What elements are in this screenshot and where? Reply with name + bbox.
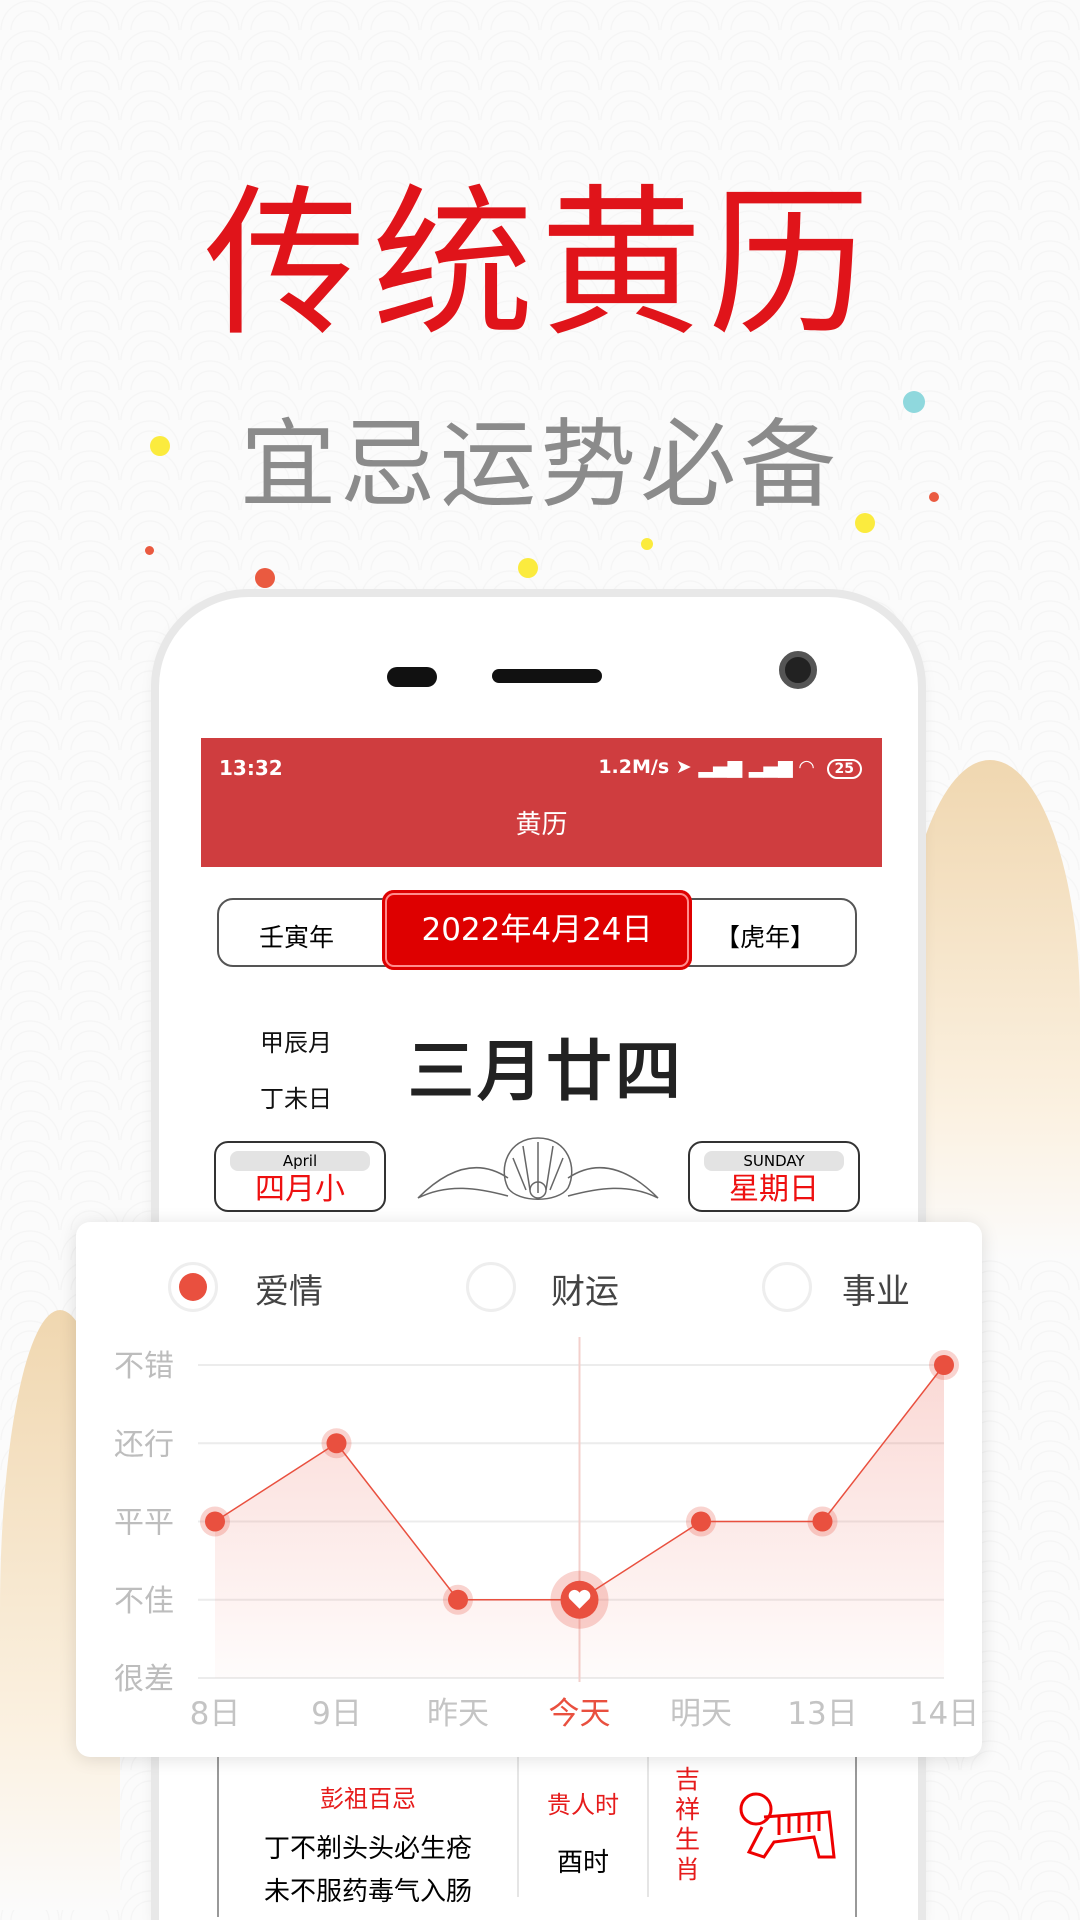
x-tick-label: 14日 — [909, 1696, 979, 1732]
x-tick-label: 昨天 — [427, 1696, 489, 1732]
y-tick-label: 不佳 — [114, 1584, 174, 1619]
data-point — [448, 1589, 468, 1610]
fortune-card: 爱情 财运 事业 很差 不佳 平平 还行 不错 8日 9日 昨天 今天 明天 13日 14日 — [76, 1222, 982, 1757]
month-box: April 四月小 — [214, 1141, 386, 1212]
phone-camera — [779, 651, 817, 689]
day-ganzhi: 丁未日 — [260, 1085, 332, 1113]
x-tick-label: 明天 — [670, 1696, 732, 1732]
network-speed: 1.2M/s — [598, 756, 670, 778]
wifi-icon: ◠ — [799, 756, 814, 778]
x-tick-label: 9日 — [311, 1696, 362, 1732]
y-tick-label: 很差 — [114, 1662, 174, 1697]
pengzu-line: 丁不剃头头必生疮 — [263, 1834, 472, 1864]
lunar-date: 三月廿四 — [408, 1033, 684, 1110]
date-picker-button[interactable]: 2022年4月24日 — [382, 890, 692, 970]
data-point — [326, 1433, 347, 1454]
data-point — [934, 1355, 954, 1375]
almanac-table: 彭祖百忌 丁不剃头头必生疮 未不服药毒气入肠 贵人时 酉时 吉祥生肖 — [217, 1757, 857, 1917]
weekday-cn: 星期日 — [729, 1172, 819, 1207]
y-tick-label: 不错 — [114, 1349, 174, 1384]
data-point — [812, 1511, 833, 1532]
promo-title: 传统黄历 — [204, 171, 876, 359]
status-time: 13:32 — [219, 756, 283, 780]
year-ganzhi: 壬寅年 — [259, 923, 335, 952]
x-tick-label: 今天 — [549, 1696, 611, 1732]
pengzu-line: 未不服药毒气入肠 — [263, 1877, 472, 1907]
pengzu-cell: 彭祖百忌 丁不剃头头必生疮 未不服药毒气入肠 — [219, 1757, 519, 1907]
app-header: 13:32 1.2M/s ➤ ▂▄▆ ▂▄▆ ◠ 25 黄历 — [201, 738, 882, 867]
phone-speaker — [492, 669, 602, 683]
data-point — [205, 1511, 225, 1532]
zodiac-cell: 吉祥生肖 — [649, 1757, 855, 1897]
data-point — [691, 1511, 711, 1532]
zodiac-year: 【虎年】 — [714, 923, 815, 952]
tiger-icon — [739, 1792, 836, 1859]
decorative-dot — [145, 546, 154, 555]
signal-icon: ▂▄▆ — [748, 756, 793, 778]
y-tick-label: 还行 — [114, 1427, 174, 1462]
decorative-dot — [255, 568, 275, 588]
zodiac-title: 吉祥生肖 — [675, 1765, 701, 1884]
y-tick-label: 平平 — [114, 1506, 174, 1541]
ornament-image — [417, 1137, 659, 1200]
promo-subtitle: 宜忌运势必备 — [240, 409, 840, 521]
x-tick-label: 13日 — [787, 1696, 857, 1732]
month-en: April — [230, 1151, 370, 1171]
status-icons: 1.2M/s ➤ ▂▄▆ ▂▄▆ ◠ 25 — [598, 756, 862, 779]
pengzu-title: 彭祖百忌 — [320, 1785, 416, 1813]
decorative-dot — [641, 538, 653, 550]
decorative-dot — [518, 558, 538, 578]
signal-icon: ▂▄▆ — [698, 756, 743, 778]
location-icon: ➤ — [675, 756, 692, 778]
weekday-box: SUNDAY 星期日 — [688, 1141, 860, 1212]
x-tick-label: 8日 — [190, 1696, 241, 1732]
month-ganzhi: 甲辰月 — [260, 1029, 332, 1057]
app-title: 黄历 — [515, 810, 568, 840]
guiren-title: 贵人时 — [547, 1791, 619, 1819]
guiren-cell: 贵人时 酉时 — [519, 1757, 649, 1897]
fortune-line-chart: 很差 不佳 平平 还行 不错 8日 9日 昨天 今天 明天 13日 14日 — [114, 1337, 979, 1732]
guiren-value: 酉时 — [556, 1848, 609, 1878]
decorative-hill — [900, 760, 1080, 1260]
month-cn: 四月小 — [255, 1172, 345, 1207]
weekday-en: SUNDAY — [704, 1151, 844, 1171]
phone-sensor — [387, 667, 437, 687]
battery-icon: 25 — [826, 759, 862, 779]
